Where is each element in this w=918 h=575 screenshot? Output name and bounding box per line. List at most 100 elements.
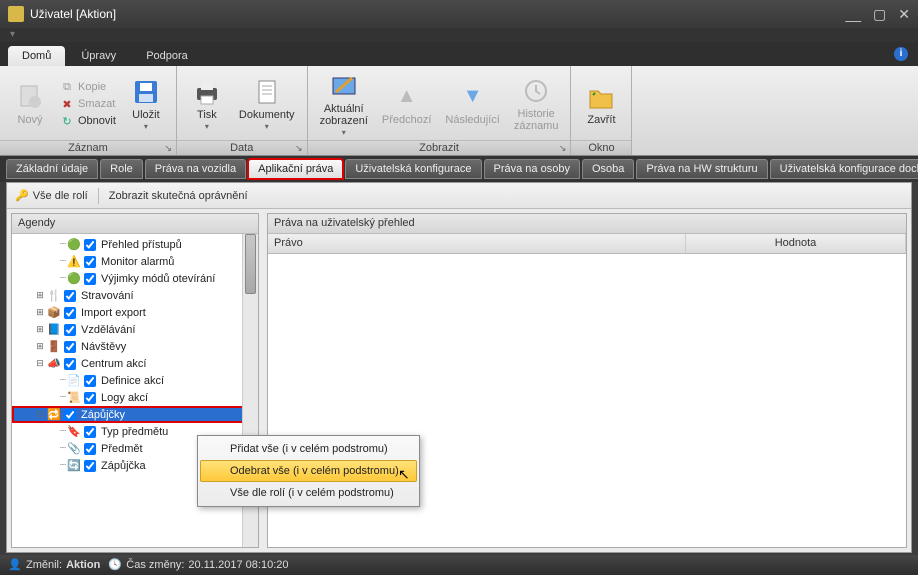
save-icon [132, 78, 160, 106]
tree-node-icon: 🔄 [66, 459, 82, 473]
scrollbar-thumb[interactable] [245, 234, 256, 294]
quick-access: ▾ [0, 28, 918, 42]
tree-item[interactable]: ┈🟢Výjimky módů otevírání [12, 270, 258, 287]
subtab-role[interactable]: Role [100, 159, 143, 179]
subtab-prava-osoby[interactable]: Práva na osoby [484, 159, 580, 179]
tree-checkbox[interactable] [84, 443, 96, 455]
group-label-okno: Okno [588, 142, 614, 154]
tree-item[interactable]: ⊞📦Import export [12, 304, 258, 321]
tree-checkbox[interactable] [64, 358, 76, 370]
tree-item[interactable]: ⊟📣Centrum akcí [12, 355, 258, 372]
help-icon[interactable]: i [894, 47, 908, 61]
group-label-data: Data [230, 142, 253, 154]
zobrazit-opravneni-button[interactable]: Zobrazit skutečná oprávnění [109, 190, 248, 202]
dropdown-icon: ▾ [144, 122, 148, 131]
kopie-button[interactable]: ⧉Kopie [56, 79, 120, 95]
tree-item[interactable]: ┈📄Definice akcí [12, 372, 258, 389]
group-launcher-icon[interactable]: ↘ [164, 143, 172, 154]
tree-checkbox[interactable] [84, 460, 96, 472]
obnovit-button[interactable]: ↻Obnovit [56, 113, 120, 129]
collapse-icon[interactable]: ⊟ [34, 358, 46, 369]
maximize-button[interactable]: ▢ [873, 6, 886, 23]
document-icon [253, 78, 281, 106]
print-icon [193, 78, 221, 106]
tree-label: Vzdělávání [79, 323, 137, 337]
time-label: Čas změny: [126, 559, 184, 571]
tree-item[interactable]: ┈📜Logy akcí [12, 389, 258, 406]
tree-checkbox[interactable] [64, 307, 76, 319]
tree-checkbox[interactable] [84, 392, 96, 404]
tree-checkbox[interactable] [64, 341, 76, 353]
historie-button[interactable]: Historie záznamu [508, 70, 565, 138]
tree-node-icon: 🟢 [66, 272, 82, 286]
subtab-prava-vozidla[interactable]: Práva na vozidla [145, 159, 246, 179]
group-launcher-icon[interactable]: ↘ [559, 143, 567, 154]
col-hodnota[interactable]: Hodnota [686, 234, 906, 253]
smazat-button[interactable]: ✖Smazat [56, 96, 120, 112]
predchozi-button[interactable]: ▲ Předchozí [376, 70, 438, 138]
tree-label: Stravování [79, 289, 136, 303]
tree-checkbox[interactable] [84, 239, 96, 251]
tree-checkbox[interactable] [84, 375, 96, 387]
tree-node-icon: 📜 [66, 391, 82, 405]
subtab-zakladni[interactable]: Základní údaje [6, 159, 98, 179]
novy-button[interactable]: Nový [6, 70, 54, 138]
ulozit-button[interactable]: Uložit ▾ [122, 70, 170, 138]
tree-label: Logy akcí [99, 391, 150, 405]
qat-dropdown-icon[interactable]: ▾ [10, 29, 15, 40]
tree-node-icon: 🚪 [46, 340, 62, 354]
zavrit-button[interactable]: Zavřít [577, 70, 625, 138]
tab-podpora[interactable]: Podpora [132, 46, 202, 66]
expand-icon[interactable]: ⊞ [34, 324, 46, 335]
agendy-panel-title: Agendy [12, 214, 258, 234]
tree-checkbox[interactable] [64, 324, 76, 336]
tree-label: Přehled přístupů [99, 238, 184, 252]
tab-upravy[interactable]: Úpravy [67, 46, 130, 66]
app-icon [8, 6, 24, 22]
tree-node-icon: 📣 [46, 357, 62, 371]
tree-node-icon: 📘 [46, 323, 62, 337]
subtab-uziv-konf-docha[interactable]: Uživatelská konfigurace docha [770, 159, 918, 179]
dokumenty-button[interactable]: Dokumenty ▾ [233, 70, 301, 138]
expand-icon[interactable]: ⊞ [34, 341, 46, 352]
tree-checkbox[interactable] [64, 409, 76, 421]
tree-label: Typ předmětu [99, 425, 170, 439]
group-data: Tisk ▾ Dokumenty ▾ Data ↘ [177, 66, 308, 155]
subtab-prava-hw[interactable]: Práva na HW strukturu [636, 159, 767, 179]
tree-item[interactable]: ┈🟢Přehled přístupů [12, 236, 258, 253]
group-zobrazit: Aktuální zobrazení ▾ ▲ Předchozí ▼ Násle… [308, 66, 572, 155]
next-icon: ▼ [459, 83, 487, 111]
subtab-aplikacni-prava[interactable]: Aplikační práva [248, 159, 343, 179]
tree-checkbox[interactable] [64, 290, 76, 302]
close-button[interactable]: ✕ [898, 6, 910, 23]
subtab-osoba[interactable]: Osoba [582, 159, 634, 179]
tree-item[interactable]: ⊞🍴Stravování [12, 287, 258, 304]
group-launcher-icon[interactable]: ↘ [295, 143, 303, 154]
tree-checkbox[interactable] [84, 273, 96, 285]
tree-item[interactable]: ⊞🚪Návštěvy [12, 338, 258, 355]
tree-item[interactable]: ┈⚠️Monitor alarmů [12, 253, 258, 270]
aktualni-zobrazeni-button[interactable]: Aktuální zobrazení ▾ [314, 70, 374, 138]
delete-icon: ✖ [60, 97, 74, 111]
tree-item[interactable]: ⊞📘 Vzdělávání [12, 321, 258, 338]
minimize-button[interactable]: __ [845, 6, 861, 23]
expand-icon[interactable]: ⊞ [34, 290, 46, 301]
ctx-vse-dle-roli[interactable]: Vše dle rolí (i v celém podstromu) [200, 482, 417, 504]
folder-icon [587, 83, 615, 111]
col-pravo[interactable]: Právo [268, 234, 686, 253]
nasledujici-button[interactable]: ▼ Následující [439, 70, 505, 138]
tree-node-icon: 📄 [66, 374, 82, 388]
tree-checkbox[interactable] [84, 426, 96, 438]
expand-icon[interactable]: ⊞ [34, 307, 46, 318]
vse-dle-roli-button[interactable]: 🔑 Vše dle rolí [15, 189, 88, 202]
tab-domu[interactable]: Domů [8, 46, 65, 66]
ctx-odebrat-vse[interactable]: Odebrat vše (i v celém podstromu) ↖ [200, 460, 417, 482]
changed-by-value: Aktion [66, 559, 100, 571]
tree-node-icon: 🔖 [66, 425, 82, 439]
tree-item[interactable]: ⊟🔁Zápůjčky [12, 406, 258, 423]
tisk-button[interactable]: Tisk ▾ [183, 70, 231, 138]
subtab-uziv-konfigurace[interactable]: Uživatelská konfigurace [345, 159, 481, 179]
ctx-pridat-vse[interactable]: Přidat vše (i v celém podstromu) [200, 438, 417, 460]
tree-checkbox[interactable] [84, 256, 96, 268]
collapse-icon[interactable]: ⊟ [34, 409, 46, 420]
